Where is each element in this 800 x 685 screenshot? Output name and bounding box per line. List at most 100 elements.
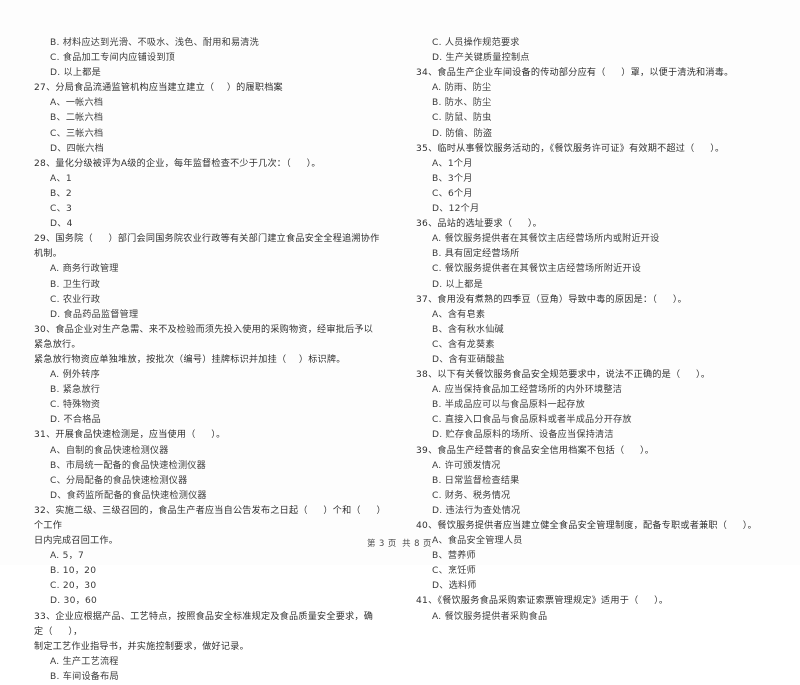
left-column: B. 材料应达到光滑、不吸水、浅色、耐用和易清洗 C. 食品加工专间内应铺设到顶… (34, 36, 400, 682)
option-line: B. 具有固定经营场所 (432, 249, 520, 260)
option-line: A、自制的食品快速检测仪器 (50, 445, 169, 456)
option-line: A. 生产工艺流程 (50, 656, 119, 667)
option-line: A. 商务行政管理 (50, 264, 119, 275)
option-line: B. 半成品应可以与食品原料一起存放 (432, 400, 585, 411)
question-stem: 30、食品企业对生产急需、来不及检验而须先投入使用的采购物资，经审批后予以紧急放… (34, 324, 374, 365)
question-stem: 35、临时从事餐饮服务活动的，《餐饮服务许可证》有效期不超过（ ）。 (416, 143, 725, 154)
footer-prefix: 第 (366, 538, 377, 548)
two-column-body: B. 材料应达到光滑、不吸水、浅色、耐用和易清洗 C. 食品加工专间内应铺设到顶… (0, 0, 800, 682)
document-page: B. 材料应达到光滑、不吸水、浅色、耐用和易清洗 C. 食品加工专间内应铺设到顶… (0, 0, 800, 682)
option-line: C、含有龙葵素 (432, 339, 495, 350)
option-line: D. 防偷、防盗 (432, 128, 493, 139)
question-40: 40、餐饮服务提供者应当建立健全食品安全管理制度，配备专职或者兼职（ ）。 A、… (416, 519, 766, 594)
question-32: 32、实施二级、三级召回的，食品生产者应当自公告发布之日起（ ）个和（ ）个工作… (34, 504, 382, 610)
option-line: B、市局统一配备的食品快速检测仪器 (50, 460, 206, 471)
option-line: A. 餐饮服务提供者采购食品 (432, 611, 548, 622)
option-line: D. 以上都是 (50, 68, 101, 79)
left-orphan-options: B. 材料应达到光滑、不吸水、浅色、耐用和易清洗 C. 食品加工专间内应铺设到顶… (34, 36, 382, 81)
option-line: D、选料师 (432, 581, 477, 592)
option-line: B. 材料应达到光滑、不吸水、浅色、耐用和易清洗 (50, 38, 259, 48)
page-footer: 第3页 共8页 (0, 537, 800, 549)
question-stem: 37、食用没有煮熟的四季豆（豆角）导致中毒的原因是：（ ）。 (416, 294, 687, 305)
question-31: 31、开展食品快速检测是，应当使用（ ）。 A、自制的食品快速检测仪器 B、市局… (34, 428, 382, 503)
right-orphan-options: C. 人员操作规范要求 D. 生产关键质量控制点 (416, 36, 766, 66)
option-line: D、食药监所配备的食品快速检测仪器 (50, 490, 207, 501)
question-stem: 34、食品生产企业车间设备的传动部分应有（ ）罩，以便于清洗和消毒。 (416, 68, 734, 79)
option-line: C. 食品加工专间内应铺设到顶 (50, 53, 176, 64)
option-line: B. 日常监督检查结果 (432, 475, 520, 486)
question-37: 37、食用没有煮熟的四季豆（豆角）导致中毒的原因是：（ ）。 A、含有皂素 B、… (416, 293, 766, 368)
question-stem: 29、国务院（ ）部门会同国务院农业行政等有关部门建立食品安全全程追溯协作机制。 (34, 234, 380, 260)
question-stem: 41、《餐饮服务食品采购索证索票管理规定》适用于（ ）。 (416, 596, 669, 607)
question-33: 33、企业应根据产品、工艺特点，按照食品安全标准规定及食品质量安全要求，确定（ … (34, 610, 382, 685)
question-stem: 27、分局食品流通监管机构应当建立建立（ ）的履职档案 (34, 83, 283, 94)
question-stem: 38、以下有关餐饮服务食品安全规范要求中，说法不正确的是（ ）。 (416, 370, 711, 381)
option-line: C. 防鼠、防虫 (432, 113, 492, 124)
footer-middle: 页 共 (387, 538, 413, 548)
option-line: C、分局配备的食品快速检测仪器 (50, 475, 188, 486)
question-stem: 39、食品生产经营者的食品安全信用档案不包括（ ）。 (416, 445, 655, 456)
question-29: 29、国务院（ ）部门会同国务院农业行政等有关部门建立食品安全全程追溯协作机制。… (34, 232, 382, 323)
option-line: C、三帐六档 (50, 128, 104, 139)
option-line: D. 违法行为查处情况 (432, 505, 521, 516)
question-stem: 28、量化分级被评为A级的企业，每年监督检查不少于几次：（ ）。 (34, 158, 321, 169)
option-line: B. 10，20 (50, 566, 97, 577)
question-39: 39、食品生产经营者的食品安全信用档案不包括（ ）。 A. 许可颁发情况 B. … (416, 444, 766, 519)
option-line: B. 车间设备布局 (50, 671, 119, 682)
option-line: A、1 (50, 173, 72, 184)
option-line: C. 财务、税务情况 (432, 490, 511, 501)
option-line: A. 5，7 (50, 551, 85, 562)
right-column: C. 人员操作规范要求 D. 生产关键质量控制点 34、食品生产企业车间设备的传… (400, 36, 766, 622)
question-stem: 40、餐饮服务提供者应当建立健全食品安全管理制度，配备专职或者兼职（ ）。 (416, 521, 757, 531)
option-line: D. 生产关键质量控制点 (432, 53, 530, 64)
question-36: 36、品站的选址要求（ ）。 A. 餐饮服务提供者在其餐饮主店经营场所内或附近开… (416, 217, 766, 292)
option-line: C. 农业行政 (50, 294, 101, 305)
option-line: B. 紧急放行 (50, 385, 101, 396)
option-line: B、3个月 (432, 173, 473, 184)
option-line: C. 人员操作规范要求 (432, 38, 520, 48)
option-line: B、营养师 (432, 551, 476, 562)
question-stem: 33、企业应根据产品、工艺特点，按照食品安全标准规定及食品质量安全要求，确定（ … (34, 611, 374, 652)
option-line: D. 不合格品 (50, 415, 101, 426)
option-line: A. 许可颁发情况 (432, 460, 501, 471)
option-line: D、12个月 (432, 204, 480, 215)
footer-suffix: 页 (423, 538, 434, 548)
option-line: B、含有秋水仙碱 (432, 324, 504, 335)
footer-current-page: 3 (378, 538, 386, 548)
option-line: A. 餐饮服务提供者在其餐饮主店经营场所内或附近开设 (432, 234, 660, 245)
option-line: A、一帐六档 (50, 98, 104, 109)
option-line: A. 防雨、防尘 (432, 83, 492, 94)
option-line: D、含有亚硝酸盐 (432, 354, 505, 365)
option-line: C、3 (50, 204, 72, 215)
option-line: B、2 (50, 188, 72, 199)
option-line: B、二帐六档 (50, 113, 104, 124)
question-35: 35、临时从事餐饮服务活动的，《餐饮服务许可证》有效期不超过（ ）。 A、1个月… (416, 142, 766, 217)
option-line: C. 直接入口食品与食品原料或者半成品分开存放 (432, 415, 632, 426)
option-line: B. 卫生行政 (50, 279, 101, 290)
question-38: 38、以下有关餐饮服务食品安全规范要求中，说法不正确的是（ ）。 A. 应当保持… (416, 368, 766, 443)
option-line: D. 以上都是 (432, 279, 483, 290)
option-line: B. 防水、防尘 (432, 98, 492, 109)
question-stem: 36、品站的选址要求（ ）。 (416, 219, 543, 230)
option-line: D. 贮存食品原料的场所、设备应当保持清洁 (432, 430, 614, 441)
option-line: A. 例外转序 (50, 370, 100, 381)
question-41: 41、《餐饮服务食品采购索证索票管理规定》适用于（ ）。 A. 餐饮服务提供者采… (416, 594, 766, 624)
option-line: D、四帐六档 (50, 143, 104, 154)
question-34: 34、食品生产企业车间设备的传动部分应有（ ）罩，以便于清洗和消毒。 A. 防雨… (416, 66, 766, 141)
option-line: C、6个月 (432, 188, 473, 199)
option-line: D. 食品药品监督管理 (50, 309, 139, 320)
question-30: 30、食品企业对生产急需、来不及检验而须先投入使用的采购物资，经审批后予以紧急放… (34, 323, 382, 429)
option-line: C、烹饪师 (432, 566, 476, 577)
option-line: A、含有皂素 (432, 309, 486, 320)
option-line: D、4 (50, 219, 73, 230)
question-28: 28、量化分级被评为A级的企业，每年监督检查不少于几次：（ ）。 A、1 B、2… (34, 157, 382, 232)
option-line: C. 餐饮服务提供者在其餐饮主店经营场所附近开设 (432, 264, 642, 275)
option-line: A. 应当保持食品加工经营场所的内外环境整洁 (432, 385, 623, 396)
option-line: D. 30，60 (50, 596, 98, 607)
footer-total-pages: 8 (414, 538, 422, 548)
question-27: 27、分局食品流通监管机构应当建立建立（ ）的履职档案 A、一帐六档 B、二帐六… (34, 81, 382, 156)
option-line: A、1个月 (432, 158, 473, 169)
question-stem: 31、开展食品快速检测是，应当使用（ ）。 (34, 430, 226, 441)
option-line: C. 特殊物资 (50, 400, 101, 411)
option-line: C. 20，30 (50, 581, 97, 592)
